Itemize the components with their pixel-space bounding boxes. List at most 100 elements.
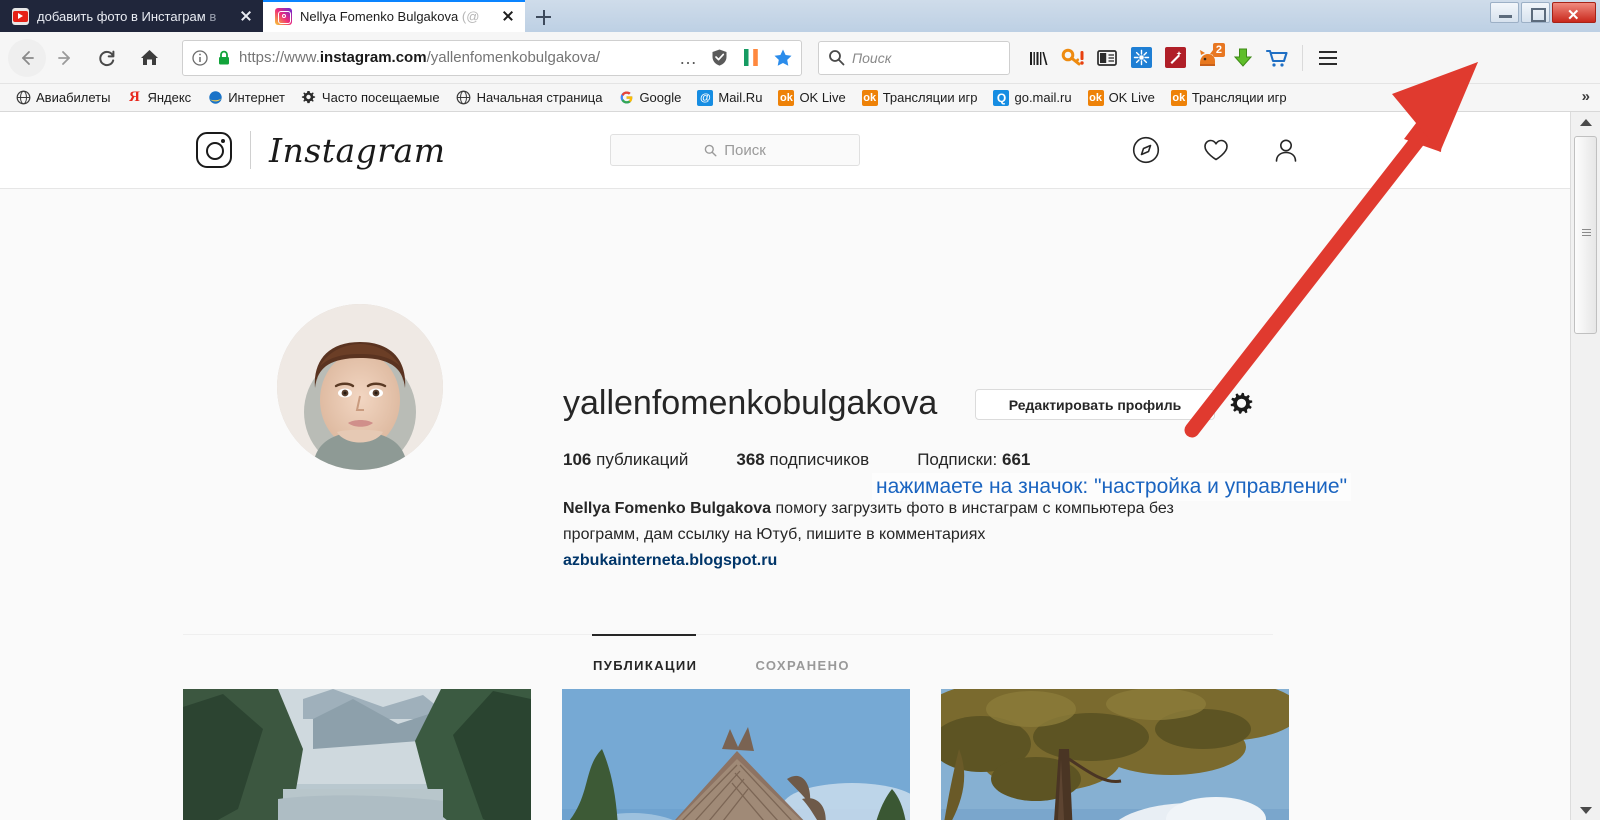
browser-tab-1[interactable]: добавить фото в Инстаграм в bbox=[0, 0, 263, 32]
close-button[interactable]: ✕ bbox=[1552, 2, 1596, 24]
annotation-text: нажимаете на значок: "настройка и управл… bbox=[872, 473, 1352, 501]
post-tree-dock[interactable] bbox=[941, 689, 1289, 820]
bookmark-label: Начальная страница bbox=[476, 90, 603, 105]
post-grid: ДОСК РЕСТОРАНЕ СКОЛЬКО СКОЛЬКО bbox=[183, 689, 1289, 820]
toolbar-extension-icons: 2 bbox=[1024, 42, 1343, 73]
bookmark-google[interactable]: Google bbox=[611, 88, 688, 108]
bookmark-internet[interactable]: Интернет bbox=[200, 88, 292, 108]
search-blue-icon: Q bbox=[993, 89, 1010, 106]
close-icon: ✕ bbox=[1567, 7, 1580, 24]
sync-icon[interactable] bbox=[1126, 43, 1156, 73]
compass-icon[interactable] bbox=[1132, 136, 1160, 169]
irish-flag-icon[interactable] bbox=[742, 48, 760, 67]
search-icon bbox=[704, 144, 717, 157]
instagram-logo[interactable]: Instagram bbox=[196, 131, 446, 170]
bookmark-translyacii-igr-1[interactable]: ok Трансляции игр bbox=[855, 88, 985, 108]
tab-strip: добавить фото в Инстаграм в Nellya Fomen… bbox=[0, 0, 561, 32]
cart-icon[interactable] bbox=[1262, 43, 1292, 73]
scrollbar-thumb[interactable] bbox=[1574, 136, 1597, 334]
instagram-icon bbox=[275, 7, 292, 25]
ok-icon: ok bbox=[778, 89, 795, 106]
bookmark-label: Яндекс bbox=[147, 90, 192, 105]
avatar[interactable] bbox=[277, 304, 443, 470]
bookmark-yandex[interactable]: Я Яндекс bbox=[119, 88, 198, 108]
hamburger-menu-icon[interactable] bbox=[1313, 43, 1343, 73]
magic-wand-icon[interactable] bbox=[1160, 43, 1190, 73]
bookmark-label: OK Live bbox=[1108, 90, 1155, 105]
lock-icon bbox=[217, 50, 231, 66]
stat-followers[interactable]: 368 подписчиков bbox=[736, 450, 869, 470]
site-info-icon[interactable] bbox=[191, 49, 209, 67]
tab-2-label: Nellya Fomenko Bulgakova (@ bbox=[300, 8, 480, 24]
bookmark-frequently-visited[interactable]: Часто посещаемые bbox=[294, 88, 447, 108]
minimize-button[interactable] bbox=[1490, 2, 1519, 23]
post-thatched-house[interactable]: ДОСК РЕСТОРАНЕ СКОЛЬКО СКОЛЬКО bbox=[562, 689, 910, 820]
tracking-shield-icon[interactable] bbox=[710, 48, 729, 67]
bookmark-translyacii-igr-2[interactable]: ok Трансляции игр bbox=[1164, 88, 1294, 108]
instagram-wordmark: Instagram bbox=[269, 130, 446, 170]
page-scrollbar[interactable] bbox=[1570, 112, 1600, 820]
bookmark-label: Google bbox=[639, 90, 682, 105]
bookmark-ok-live-2[interactable]: ok OK Live bbox=[1081, 88, 1162, 108]
person-icon[interactable] bbox=[1272, 136, 1300, 169]
profile-bio: Nellya Fomenko Bulgakova помогу загрузит… bbox=[563, 496, 1273, 574]
page-viewport: Instagram Поиск yallenfomenkobulgakova Р… bbox=[0, 112, 1600, 820]
edit-profile-button[interactable]: Редактировать профиль bbox=[975, 389, 1215, 420]
mailru-icon: @ bbox=[697, 89, 714, 106]
window-controls: ✕ bbox=[1490, 2, 1596, 24]
url-bar[interactable]: https://www.instagram.com/yallenfomenkob… bbox=[182, 39, 802, 76]
heart-icon[interactable] bbox=[1202, 136, 1230, 169]
bookmark-go-mail-ru[interactable]: Q go.mail.ru bbox=[986, 88, 1078, 108]
back-button[interactable] bbox=[8, 38, 46, 77]
tab-saved[interactable]: СОХРАНЕНО bbox=[755, 634, 849, 673]
yandex-icon: Я bbox=[129, 89, 140, 105]
bookmark-star-icon[interactable] bbox=[773, 48, 793, 68]
browser-tab-2[interactable]: Nellya Fomenko Bulgakova (@ bbox=[263, 0, 525, 32]
stat-posts: 106 публикаций bbox=[563, 450, 689, 469]
tab-1-label: добавить фото в Инстаграм в bbox=[37, 8, 217, 24]
scrollbar-grip-icon bbox=[1582, 229, 1591, 236]
home-button[interactable] bbox=[130, 39, 168, 77]
bookmark-label: Авиабилеты bbox=[36, 90, 111, 105]
reader-view-icon[interactable] bbox=[1092, 43, 1122, 73]
instagram-header: Instagram Поиск bbox=[0, 112, 1570, 189]
post-fjord-lake[interactable] bbox=[183, 689, 531, 820]
download-icon[interactable] bbox=[1228, 43, 1258, 73]
page-title: yallenfomenkobulgakova bbox=[563, 384, 938, 422]
gear-icon[interactable] bbox=[1229, 392, 1255, 423]
bookmarks-bar: Авиабилеты Я Яндекс Интернет Часто посещ… bbox=[0, 84, 1600, 112]
bio-link[interactable]: azbukainterneta.blogspot.ru bbox=[563, 552, 777, 569]
scroll-down-button[interactable] bbox=[1571, 800, 1600, 820]
browser-search-placeholder: Поиск bbox=[852, 49, 892, 66]
bookmark-label: OK Live bbox=[799, 90, 846, 105]
bookmarks-overflow-icon[interactable]: » bbox=[1582, 88, 1590, 105]
instagram-nav-icons bbox=[1132, 136, 1300, 169]
stat-following[interactable]: Подписки: 661 bbox=[917, 450, 1030, 470]
bookmark-label: Mail.Ru bbox=[718, 90, 763, 105]
page-actions-icon[interactable]: … bbox=[679, 49, 698, 67]
key-icon[interactable] bbox=[1058, 43, 1088, 73]
tab-publications[interactable]: ПУБЛИКАЦИИ bbox=[593, 634, 697, 673]
scroll-up-button[interactable] bbox=[1571, 112, 1600, 132]
forward-button[interactable] bbox=[46, 39, 84, 77]
tab-2-close-icon[interactable] bbox=[499, 7, 517, 25]
gear-icon bbox=[301, 90, 317, 106]
tab-1-close-icon[interactable] bbox=[237, 7, 255, 25]
bookmark-home-page[interactable]: Начальная страница bbox=[449, 88, 610, 108]
library-icon[interactable] bbox=[1024, 43, 1054, 73]
bookmark-ok-live-1[interactable]: ok OK Live bbox=[771, 88, 852, 108]
logo-divider bbox=[250, 131, 251, 169]
ok-icon: ok bbox=[1170, 89, 1187, 106]
instagram-search-input[interactable]: Поиск bbox=[610, 134, 860, 166]
fox-icon[interactable]: 2 bbox=[1194, 42, 1225, 73]
instagram-search-placeholder: Поиск bbox=[724, 141, 766, 159]
maximize-button[interactable] bbox=[1521, 2, 1550, 23]
profile-tabs: ПУБЛИКАЦИИ СОХРАНЕНО bbox=[0, 634, 1570, 682]
bookmark-mailru[interactable]: @ Mail.Ru bbox=[690, 88, 769, 108]
browser-search-box[interactable]: Поиск bbox=[818, 40, 1010, 75]
bookmark-label: go.mail.ru bbox=[1014, 90, 1072, 105]
bookmark-aviabilety[interactable]: Авиабилеты bbox=[8, 88, 117, 108]
new-tab-button[interactable] bbox=[525, 2, 561, 32]
url-text: https://www.instagram.com/yallenfomenkob… bbox=[239, 49, 601, 66]
reload-button[interactable] bbox=[88, 39, 126, 77]
